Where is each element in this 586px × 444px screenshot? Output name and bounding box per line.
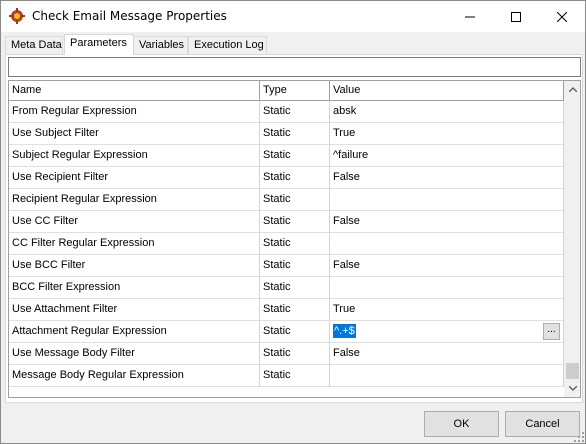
browse-ellipsis-button[interactable]: ... (543, 323, 560, 340)
cell-name: Use Attachment Filter (9, 299, 260, 321)
cell-value-text: ^.+$ (333, 324, 356, 338)
cell-value-text: True (333, 303, 356, 315)
cell-name: Use Subject Filter (9, 123, 260, 145)
table-row[interactable]: Use Message Body Filter Static False (9, 343, 564, 365)
cell-value-text: True (333, 127, 356, 139)
close-button[interactable] (539, 1, 585, 32)
table-row[interactable]: From Regular Expression Static absk (9, 101, 564, 123)
title-bar[interactable]: Check Email Message Properties (1, 1, 585, 32)
table-row[interactable]: CC Filter Regular Expression Static (9, 233, 564, 255)
cell-type[interactable]: Static (260, 123, 330, 145)
cell-value-text: False (333, 347, 360, 359)
close-icon (557, 11, 567, 22)
ok-button[interactable]: OK (424, 411, 499, 437)
dialog-window: Check Email Message Properties Meta Data… (0, 0, 586, 444)
tab-execution-log[interactable]: Execution Log (188, 36, 267, 54)
table-row[interactable]: BCC Filter Expression Static (9, 277, 564, 299)
table-row[interactable]: Use BCC Filter Static False (9, 255, 564, 277)
table-row[interactable]: Attachment Regular Expression Static ^.+$.… (9, 321, 564, 343)
table-row[interactable]: Use Subject Filter Static True (9, 123, 564, 145)
tab-strip: Meta Data Parameters Variables Execution… (5, 34, 583, 55)
cell-value[interactable]: False (330, 343, 564, 365)
cell-type[interactable]: Static (260, 299, 330, 321)
cell-name: Attachment Regular Expression (9, 321, 260, 343)
cell-value[interactable]: False (330, 255, 564, 277)
tab-parameters[interactable]: Parameters (64, 34, 134, 55)
cell-type[interactable]: Static (260, 101, 330, 123)
grid-rows: From Regular Expression Static absk Use Sub… (9, 101, 564, 387)
scroll-down-button[interactable] (564, 380, 580, 397)
filter-input[interactable] (8, 57, 581, 77)
chevron-down-icon (568, 386, 577, 391)
cell-value[interactable]: False (330, 167, 564, 189)
maximize-icon (511, 11, 521, 22)
table-row[interactable]: Use CC Filter Static False (9, 211, 564, 233)
cell-value[interactable]: False (330, 211, 564, 233)
grid-header: Name Type Value (9, 81, 564, 101)
table-row[interactable]: Message Body Regular Expression Static (9, 365, 564, 387)
cell-value[interactable] (330, 277, 564, 299)
cell-name: BCC Filter Expression (9, 277, 260, 299)
cell-value[interactable]: True (330, 123, 564, 145)
cell-value-text: ^failure (333, 149, 369, 161)
cell-name: Message Body Regular Expression (9, 365, 260, 387)
column-header-value[interactable]: Value (330, 81, 564, 101)
table-row[interactable]: Subject Regular Expression Static ^failure (9, 145, 564, 167)
cell-value-text: absk (333, 105, 357, 117)
minimize-icon (465, 16, 475, 17)
chevron-up-icon (568, 87, 577, 92)
cell-type[interactable]: Static (260, 321, 330, 343)
cell-type[interactable]: Static (260, 255, 330, 277)
cell-type[interactable]: Static (260, 343, 330, 365)
cell-value-text: False (333, 259, 360, 271)
resize-grip-icon[interactable] (573, 431, 585, 443)
cell-name: Use BCC Filter (9, 255, 260, 277)
cell-value-text: False (333, 215, 360, 227)
cell-type[interactable]: Static (260, 233, 330, 255)
column-header-name[interactable]: Name (9, 81, 260, 101)
cell-type[interactable]: Static (260, 167, 330, 189)
cell-value-text: False (333, 171, 360, 183)
cell-type[interactable]: Static (260, 145, 330, 167)
cell-name: Use CC Filter (9, 211, 260, 233)
cell-value[interactable]: ^.+$... (330, 321, 564, 343)
cell-name: From Regular Expression (9, 101, 260, 123)
cell-name: Recipient Regular Expression (9, 189, 260, 211)
window-title: Check Email Message Properties (32, 9, 227, 23)
tab-meta-data[interactable]: Meta Data (5, 36, 63, 54)
cell-name: CC Filter Regular Expression (9, 233, 260, 255)
table-row[interactable]: Recipient Regular Expression Static (9, 189, 564, 211)
cell-type[interactable]: Static (260, 211, 330, 233)
cell-value[interactable]: ^failure (330, 145, 564, 167)
tab-variables[interactable]: Variables (133, 36, 188, 54)
cell-type[interactable]: Static (260, 365, 330, 387)
parameters-panel: Name Type Value From Regular Expression S… (5, 54, 583, 403)
minimize-button[interactable] (447, 1, 493, 32)
cell-name: Use Message Body Filter (9, 343, 260, 365)
vertical-scrollbar[interactable] (564, 81, 580, 397)
gear-app-icon (9, 8, 25, 24)
parameters-grid: Name Type Value From Regular Expression S… (8, 80, 581, 398)
cell-type[interactable]: Static (260, 189, 330, 211)
cancel-button[interactable]: Cancel (505, 411, 580, 437)
table-row[interactable]: Use Recipient Filter Static False (9, 167, 564, 189)
cell-value[interactable] (330, 189, 564, 211)
cell-value[interactable] (330, 233, 564, 255)
cell-name: Subject Regular Expression (9, 145, 260, 167)
cell-value[interactable]: True (330, 299, 564, 321)
scrollbar-thumb[interactable] (566, 363, 579, 379)
maximize-button[interactable] (493, 1, 539, 32)
cell-value[interactable]: absk (330, 101, 564, 123)
scroll-up-button[interactable] (564, 81, 580, 98)
column-header-type[interactable]: Type (260, 81, 330, 101)
cell-type[interactable]: Static (260, 277, 330, 299)
table-row[interactable]: Use Attachment Filter Static True (9, 299, 564, 321)
cell-value[interactable] (330, 365, 564, 387)
cell-name: Use Recipient Filter (9, 167, 260, 189)
